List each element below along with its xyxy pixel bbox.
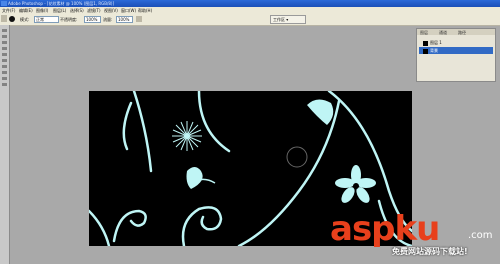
heal-tool-icon[interactable] (2, 53, 7, 56)
leaf-shape (307, 99, 334, 125)
options-bar: 模式: 正常 不透明度: 100% 流量: 100% 工作区 ▾ (0, 13, 500, 26)
brush-cursor (286, 146, 308, 168)
leaf-shape (186, 167, 203, 189)
lasso-tool-icon[interactable] (2, 41, 7, 44)
tab-channels[interactable]: 通道 (439, 30, 447, 36)
gradient-tool-icon[interactable] (2, 77, 7, 80)
eraser-tool-icon[interactable] (2, 71, 7, 74)
layers-panel: 图层 通道 路径 图层 1 背景 (416, 28, 496, 82)
spiral-curl (181, 206, 223, 248)
workspace-button[interactable]: 工作区 ▾ (270, 15, 306, 24)
move-tool-icon[interactable] (2, 29, 7, 32)
title-bar: Adobe Photoshop - [花纹素材 @ 100% (图层1, RGB… (0, 0, 500, 7)
stem-curve (122, 101, 133, 151)
text-tool-icon[interactable] (2, 83, 7, 86)
layer-thumbnail (423, 48, 428, 54)
brush-tool-icon[interactable] (1, 15, 7, 22)
watermark-main: aspku (330, 209, 440, 249)
brush-preset-picker[interactable] (9, 16, 15, 22)
airbrush-icon[interactable] (136, 16, 142, 22)
layer-thumbnail (423, 40, 428, 46)
stamp-tool-icon[interactable] (2, 65, 7, 68)
stem-curve (237, 99, 341, 248)
stem-curve (132, 89, 153, 173)
panel-tabs: 图层 通道 路径 (417, 29, 495, 35)
opacity-input[interactable]: 100% (84, 16, 101, 23)
crop-tool-icon[interactable] (2, 47, 7, 50)
spiral-curl (112, 209, 147, 243)
layer-row[interactable]: 背景 (419, 47, 493, 54)
stem-curve (197, 89, 231, 153)
photoshop-logo-icon (1, 1, 7, 6)
mode-select[interactable]: 正常 (34, 16, 59, 23)
tab-layers[interactable]: 图层 (420, 30, 428, 36)
tab-paths[interactable]: 路径 (458, 30, 466, 36)
mode-label: 模式: (20, 17, 30, 22)
watermark-tld: .com (468, 230, 493, 241)
star-flower-center (353, 183, 359, 189)
flow-input[interactable]: 100% (116, 16, 133, 23)
flow-label: 流量: (103, 17, 113, 22)
marquee-tool-icon[interactable] (2, 35, 7, 38)
sunburst-center (184, 133, 190, 139)
layer-name: 图层 1 (430, 40, 442, 45)
watermark-logo: aspku .com 免费网站源码下载站! (330, 212, 500, 264)
opacity-label: 不透明度: (60, 17, 78, 22)
layer-name: 背景 (430, 48, 438, 53)
toolbox (0, 25, 10, 264)
layer-row[interactable]: 图层 1 (419, 39, 493, 46)
watermark-sub: 免费网站源码下载站! (392, 247, 468, 256)
stem-curve (87, 209, 111, 248)
brush-tool-icon[interactable] (2, 59, 7, 62)
